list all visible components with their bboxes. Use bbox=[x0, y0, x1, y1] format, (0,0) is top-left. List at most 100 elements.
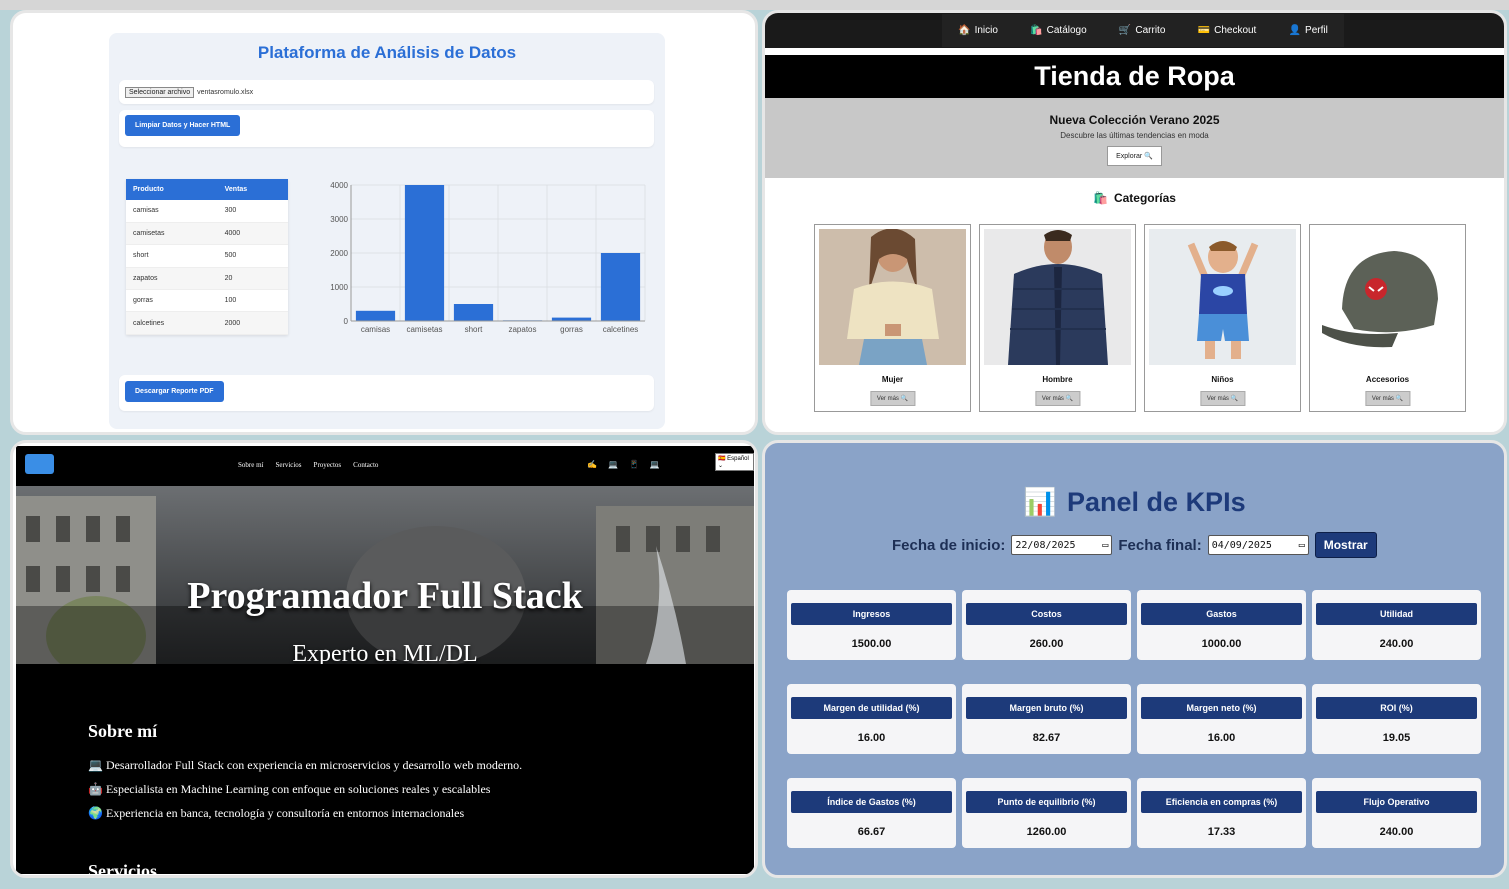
language-select[interactable]: 🇪🇸 Español ⌄ bbox=[715, 453, 754, 471]
kpi-label: Margen de utilidad (%) bbox=[791, 697, 952, 719]
nav-link-contacto[interactable]: Contacto bbox=[353, 461, 378, 469]
column-header-sales: Ventas bbox=[217, 179, 288, 200]
shopping-bags-icon: 🛍️ bbox=[1030, 25, 1043, 36]
clean-data-button[interactable]: Limpiar Datos y Hacer HTML bbox=[125, 115, 241, 136]
user-icon: 👤 bbox=[1288, 25, 1302, 36]
kpi-value: 16.00 bbox=[857, 732, 886, 744]
about-item: 🤖 Especialista en Machine Learning con e… bbox=[88, 782, 491, 796]
nav-item-checkout[interactable]: 💳 Checkout bbox=[1198, 25, 1257, 36]
category-name: Accesorios bbox=[1365, 375, 1410, 384]
clean-section: Limpiar Datos y Hacer HTML bbox=[119, 110, 654, 147]
data-platform-window: Plataforma de Análisis de Datos Seleccio… bbox=[10, 10, 758, 435]
x-tick-label: calcetines bbox=[603, 325, 639, 334]
laptop-icon[interactable]: 💻 bbox=[650, 460, 660, 469]
date-filter: Fecha de inicio: 22/08/2025 ▭ Fecha final… bbox=[892, 532, 1377, 558]
kpi-card: Margen neto (%) 16.00 bbox=[1137, 684, 1306, 754]
kpi-value: 1500.00 bbox=[851, 638, 892, 650]
kpi-value: 19.05 bbox=[1382, 732, 1411, 744]
select-file-button[interactable]: Seleccionar archivo bbox=[125, 86, 195, 98]
data-platform-card: Plataforma de Análisis de Datos Seleccio… bbox=[109, 33, 665, 429]
about-title: Sobre mí bbox=[88, 721, 158, 741]
men-jacket-image bbox=[984, 229, 1131, 365]
cell-sales: 300 bbox=[217, 200, 288, 223]
kpi-value: 82.67 bbox=[1032, 732, 1061, 744]
category-card-hombre: Hombre Ver más 🔍 bbox=[979, 224, 1136, 412]
kpi-card: Índice de Gastos (%) 66.67 bbox=[787, 778, 956, 848]
category-cards: Mujer Ver más 🔍 Hombre Ver más 🔍 Niños V… bbox=[814, 224, 1466, 412]
portfolio-nav-icons: ✍ 💻 📱 💻 bbox=[587, 460, 660, 469]
x-tick-label: zapatos bbox=[508, 325, 536, 334]
women-blouse-image bbox=[819, 229, 966, 365]
nav-item-carrito[interactable]: 🛒 Carrito bbox=[1119, 25, 1165, 36]
about-item: 🌍 Experiencia en banca, tecnología y con… bbox=[88, 806, 465, 820]
portfolio-navbar: Sobre mí Servicios Proyectos Contacto ✍ … bbox=[16, 446, 754, 486]
store-title: Tienda de Ropa bbox=[765, 55, 1504, 98]
category-card-mujer: Mujer Ver más 🔍 bbox=[814, 224, 971, 412]
category-card-accesorios: Accesorios Ver más 🔍 bbox=[1309, 224, 1466, 412]
nav-link-servicios[interactable]: Servicios bbox=[275, 461, 301, 469]
kpi-title: Panel de KPIs bbox=[1067, 486, 1246, 517]
mobile-icon[interactable]: 📱 bbox=[629, 460, 639, 469]
laptop-icon[interactable]: 💻 bbox=[608, 460, 618, 469]
kpi-card: Utilidad 240.00 bbox=[1312, 590, 1481, 660]
table-row: camisas 300 bbox=[126, 200, 288, 223]
explore-button[interactable]: Explorar 🔍 bbox=[1107, 146, 1162, 166]
nav-label: Perfil bbox=[1305, 25, 1328, 36]
nav-link-proyectos[interactable]: Proyectos bbox=[314, 461, 342, 469]
view-more-button[interactable]: Ver más 🔍 bbox=[1199, 391, 1246, 406]
sales-table: Producto Ventas camisas 300 camisetas 4000… bbox=[126, 179, 288, 335]
chart-bar bbox=[404, 185, 445, 321]
view-more-button[interactable]: Ver más 🔍 bbox=[1364, 391, 1411, 406]
view-more-button[interactable]: Ver más 🔍 bbox=[869, 391, 916, 406]
kpi-card: Eficiencia en compras (%) 17.33 bbox=[1137, 778, 1306, 848]
nav-link-sobre-mi[interactable]: Sobre mí bbox=[238, 461, 263, 469]
bar-chart-icon: 📊 bbox=[1023, 487, 1058, 517]
table-header-row: Producto Ventas bbox=[126, 179, 288, 200]
x-tick-label: gorras bbox=[560, 325, 583, 334]
cell-sales: 100 bbox=[217, 289, 288, 313]
y-tick-label: 0 bbox=[344, 317, 349, 326]
pdf-section: Descargar Reporte PDF bbox=[119, 375, 654, 411]
cart-icon: 🛒 bbox=[1118, 25, 1132, 36]
calendar-icon[interactable]: ▭ bbox=[1102, 540, 1108, 551]
kpi-label: Margen neto (%) bbox=[1141, 697, 1302, 719]
kpi-label: Utilidad bbox=[1316, 603, 1477, 625]
kpi-label: Ingresos bbox=[791, 603, 952, 625]
cell-product: zapatos bbox=[126, 267, 218, 291]
table-row: calcetines 2000 bbox=[126, 311, 288, 335]
kpi-card: Margen bruto (%) 82.67 bbox=[962, 684, 1131, 754]
end-date-input[interactable]: 04/09/2025 ▭ bbox=[1207, 535, 1309, 555]
pen-icon[interactable]: ✍ bbox=[587, 460, 597, 469]
download-pdf-button[interactable]: Descargar Reporte PDF bbox=[125, 381, 224, 402]
cap-accessory-image bbox=[1314, 229, 1461, 365]
nav-item-inicio[interactable]: 🏠 Inicio bbox=[958, 25, 998, 36]
hero-subtitle: Experto en ML/DL bbox=[292, 641, 478, 664]
calendar-icon[interactable]: ▭ bbox=[1299, 540, 1305, 551]
start-date-input[interactable]: 22/08/2025 ▭ bbox=[1011, 535, 1113, 555]
nav-label: Carrito bbox=[1135, 25, 1166, 36]
screen-top-strip bbox=[0, 0, 1509, 10]
end-date-value: 04/09/2025 bbox=[1211, 539, 1272, 551]
y-tick-label: 3000 bbox=[330, 215, 348, 224]
chart-bar bbox=[453, 304, 494, 321]
kpi-value: 1260.00 bbox=[1026, 826, 1067, 838]
nav-item-perfil[interactable]: 👤 Perfil bbox=[1289, 25, 1328, 36]
category-card-ninos: Niños Ver más 🔍 bbox=[1144, 224, 1301, 412]
cell-sales: 2000 bbox=[217, 311, 288, 335]
nav-item-catalogo[interactable]: 🛍️ Catálogo bbox=[1030, 25, 1086, 36]
kpi-value: 240.00 bbox=[1379, 826, 1414, 838]
kpi-label: Índice de Gastos (%) bbox=[791, 791, 952, 813]
cell-sales: 20 bbox=[217, 267, 288, 291]
kpi-card: Flujo Operativo 240.00 bbox=[1312, 778, 1481, 848]
y-tick-label: 2000 bbox=[330, 249, 348, 258]
chart-bar bbox=[355, 310, 396, 321]
kpi-card: Ingresos 1500.00 bbox=[787, 590, 956, 660]
logo-icon[interactable] bbox=[25, 454, 54, 474]
portfolio-nav-links: Sobre mí Servicios Proyectos Contacto bbox=[238, 461, 378, 469]
store-window: 🏠 Inicio 🛍️ Catálogo 🛒 Carrito 💳 Checkout 👤 P… bbox=[762, 10, 1507, 435]
kpi-label: Eficiencia en compras (%) bbox=[1141, 791, 1302, 813]
kpi-value: 16.00 bbox=[1207, 732, 1236, 744]
view-more-button[interactable]: Ver más 🔍 bbox=[1034, 391, 1081, 406]
table-row: gorras 100 bbox=[126, 289, 288, 313]
show-button[interactable]: Mostrar bbox=[1314, 532, 1377, 558]
